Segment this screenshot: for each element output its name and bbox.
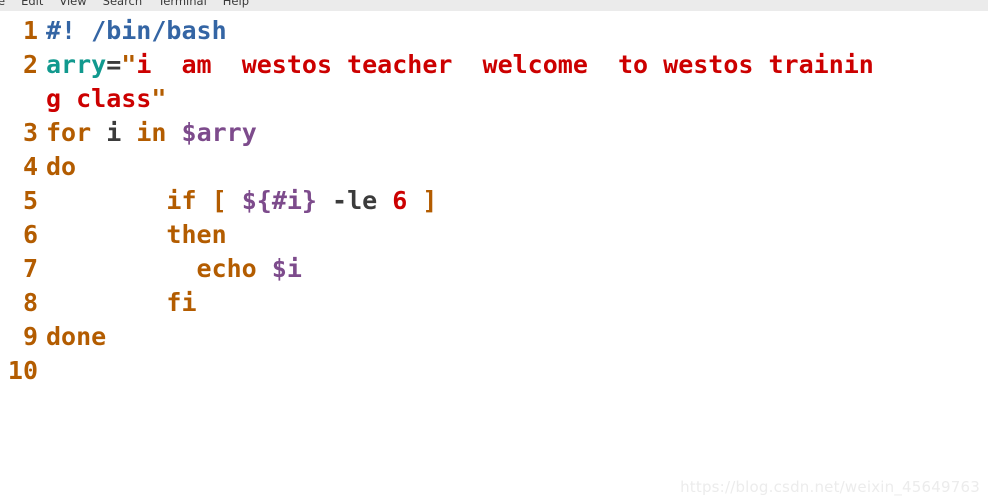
code-line-text[interactable]: for i in $arry xyxy=(38,116,988,150)
code-line-text[interactable]: arry="i am westos teacher welcome to wes… xyxy=(38,48,988,82)
code-token-bracket: [ xyxy=(211,186,227,215)
code-token-keyword: fi xyxy=(166,288,197,317)
line-number: 2 xyxy=(22,50,38,79)
line-number: 10 xyxy=(7,356,38,385)
menu-item-terminal[interactable]: Terminal xyxy=(158,0,207,11)
code-token-keyword: do xyxy=(46,152,77,181)
code-line[interactable]: g class" xyxy=(0,82,988,116)
code-line[interactable]: 10 xyxy=(0,354,988,388)
code-token-keyword: then xyxy=(166,220,227,249)
code-token-plain: -le xyxy=(332,186,378,215)
code-line[interactable]: 2 arry="i am westos teacher welcome to we… xyxy=(0,48,988,82)
line-number: 8 xyxy=(22,288,38,317)
code-token-subst: $arry xyxy=(181,118,257,147)
line-number: 4 xyxy=(22,152,38,181)
code-line[interactable]: 5 if [ ${#i} -le 6 ] xyxy=(0,184,988,218)
code-line[interactable]: 4 do xyxy=(0,150,988,184)
code-line-text[interactable]: echo $i xyxy=(38,252,988,286)
code-line-text[interactable]: fi xyxy=(38,286,988,320)
line-number: 3 xyxy=(22,118,38,147)
line-number: 7 xyxy=(22,254,38,283)
code-token-comment: #! /bin/bash xyxy=(46,16,227,45)
menu-item-e[interactable]: e xyxy=(0,0,5,11)
code-line[interactable]: 8 fi xyxy=(0,286,988,320)
code-token-string: i am westos teacher welcome to westos tr… xyxy=(136,50,874,79)
line-number: 5 xyxy=(22,186,38,215)
text-editor-body[interactable]: 1 #! /bin/bash 2 arry="i am westos teacher … xyxy=(0,11,988,502)
code-token-plain: i xyxy=(106,118,122,147)
code-line[interactable]: 6 then xyxy=(0,218,988,252)
code-token-subst: ${#i} xyxy=(241,186,317,215)
watermark-text: https://blog.csdn.net/weixin_45649763 xyxy=(680,478,980,496)
code-token-builtin: echo xyxy=(196,254,257,283)
code-line[interactable]: 7 echo $i xyxy=(0,252,988,286)
line-number: 9 xyxy=(22,322,38,351)
menu-item-edit[interactable]: Edit xyxy=(21,0,43,11)
code-token-bracket: ] xyxy=(422,186,438,215)
menu-bar: e Edit View Search Terminal Help xyxy=(0,0,988,11)
menu-item-search[interactable]: Search xyxy=(103,0,143,11)
code-area[interactable]: 1 #! /bin/bash 2 arry="i am westos teacher … xyxy=(0,14,988,388)
code-line-text[interactable]: g class" xyxy=(38,82,988,116)
line-number: 6 xyxy=(22,220,38,249)
code-token-keyword: if xyxy=(166,186,197,215)
code-line-text[interactable]: do xyxy=(38,150,988,184)
code-line-text[interactable]: #! /bin/bash xyxy=(38,14,988,48)
code-token-number: 6 xyxy=(392,186,408,215)
code-line-text[interactable]: done xyxy=(38,320,988,354)
line-number: 1 xyxy=(22,16,38,45)
code-token-string: g class xyxy=(46,84,152,113)
code-token-var: arry xyxy=(46,50,107,79)
code-line-text[interactable]: if [ ${#i} -le 6 ] xyxy=(38,184,988,218)
code-line[interactable]: 9 done xyxy=(0,320,988,354)
code-line[interactable]: 3 for i in $arry xyxy=(0,116,988,150)
code-token-quote: " xyxy=(151,84,167,113)
code-token-plain: = xyxy=(106,50,122,79)
menu-item-help[interactable]: Help xyxy=(223,0,249,11)
code-token-subst: $i xyxy=(271,254,302,283)
code-token-quote: " xyxy=(121,50,137,79)
menu-bar-items: e Edit View Search Terminal Help xyxy=(0,0,249,11)
menu-item-view[interactable]: View xyxy=(59,0,86,11)
code-line-text[interactable]: then xyxy=(38,218,988,252)
code-token-keyword: done xyxy=(46,322,107,351)
code-token-keyword: for xyxy=(46,118,92,147)
code-line[interactable]: 1 #! /bin/bash xyxy=(0,14,988,48)
code-token-keyword: in xyxy=(136,118,167,147)
